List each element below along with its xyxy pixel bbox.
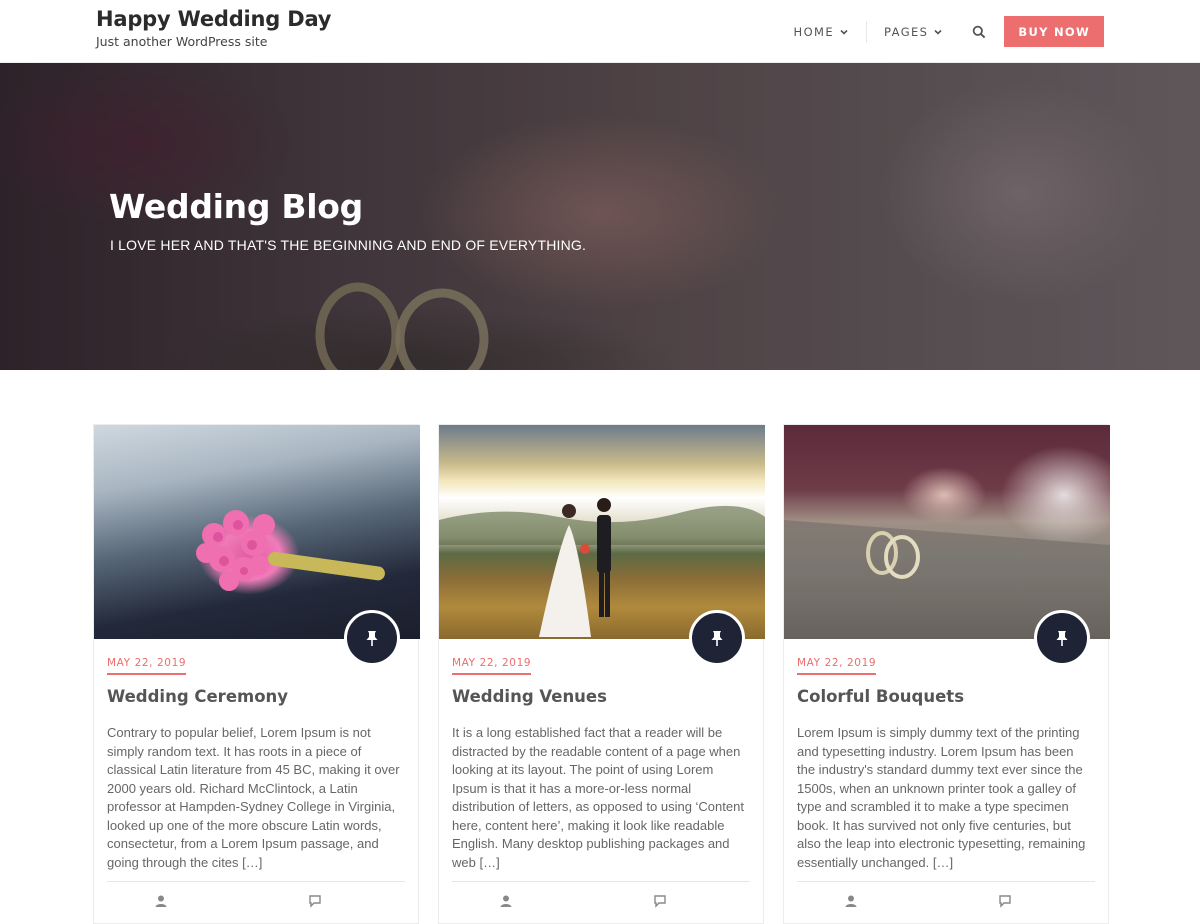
post-content: MAY 22, 2019 Colorful Bouquets Lorem Ips…	[784, 639, 1108, 872]
post-card: MAY 22, 2019 Colorful Bouquets Lorem Ips…	[783, 424, 1110, 924]
hero-banner: Wedding Blog I LOVE HER AND THAT'S THE B…	[0, 63, 1200, 370]
couple-landscape-image	[439, 498, 765, 637]
post-thumbnail[interactable]	[439, 425, 765, 639]
post-date[interactable]: MAY 22, 2019	[107, 657, 187, 675]
post-card: MAY 22, 2019 Wedding Venues It is a long…	[438, 424, 765, 924]
pin-icon	[711, 631, 723, 646]
nav-item-home[interactable]: HOME	[777, 20, 868, 43]
post-meta	[154, 894, 322, 908]
nav-item-label: PAGES	[884, 24, 929, 39]
post-thumbnail[interactable]	[784, 425, 1110, 639]
post-format-badge[interactable]	[689, 610, 745, 666]
user-icon	[845, 895, 857, 907]
site-header: Happy Wedding Day Just another WordPress…	[0, 0, 1200, 63]
site-tagline: Just another WordPress site	[96, 34, 268, 49]
search-icon	[973, 25, 986, 38]
rings-on-wood-image	[784, 520, 1110, 639]
user-icon	[500, 895, 512, 907]
post-card: MAY 22, 2019 Wedding Ceremony Contrary t…	[93, 424, 420, 924]
hero-subtitle: I LOVE HER AND THAT'S THE BEGINNING AND …	[110, 237, 587, 253]
post-date[interactable]: MAY 22, 2019	[452, 657, 532, 675]
post-date[interactable]: MAY 22, 2019	[797, 657, 877, 675]
card-divider	[107, 881, 405, 882]
post-format-badge[interactable]	[1034, 610, 1090, 666]
post-excerpt: It is a long established fact that a rea…	[452, 725, 744, 870]
comment-icon[interactable]	[998, 894, 1012, 908]
post-content: MAY 22, 2019 Wedding Venues It is a long…	[439, 639, 763, 872]
post-meta	[499, 894, 667, 908]
site-title[interactable]: Happy Wedding Day	[96, 7, 331, 31]
nav-item-label: HOME	[793, 24, 835, 39]
post-format-badge[interactable]	[344, 610, 400, 666]
hero-title: Wedding Blog	[109, 187, 363, 226]
nav-item-pages[interactable]: PAGES	[867, 21, 960, 43]
post-excerpt: Contrary to popular belief, Lorem Ipsum …	[107, 725, 400, 870]
pin-icon	[366, 631, 378, 646]
pin-icon	[1056, 631, 1068, 646]
card-divider	[452, 881, 750, 882]
post-meta	[844, 894, 1012, 908]
post-title[interactable]: Wedding Ceremony	[107, 687, 405, 706]
primary-nav: HOME PAGES BUY NOW	[777, 16, 1104, 47]
post-title[interactable]: Colorful Bouquets	[797, 687, 1095, 706]
post-title[interactable]: Wedding Venues	[452, 687, 750, 706]
post-excerpt: Lorem Ipsum is simply dummy text of the …	[797, 725, 1086, 870]
chevron-down-icon	[840, 29, 848, 35]
buy-now-button[interactable]: BUY NOW	[1004, 16, 1104, 47]
post-content: MAY 22, 2019 Wedding Ceremony Contrary t…	[94, 639, 418, 872]
post-grid: MAY 22, 2019 Wedding Ceremony Contrary t…	[93, 424, 1110, 924]
search-button[interactable]	[960, 21, 998, 43]
comment-icon[interactable]	[308, 894, 322, 908]
user-icon	[155, 895, 167, 907]
chevron-down-icon	[934, 29, 942, 35]
comment-icon[interactable]	[653, 894, 667, 908]
card-divider	[797, 881, 1095, 882]
bouquet-image	[196, 510, 385, 591]
post-thumbnail[interactable]	[94, 425, 420, 639]
